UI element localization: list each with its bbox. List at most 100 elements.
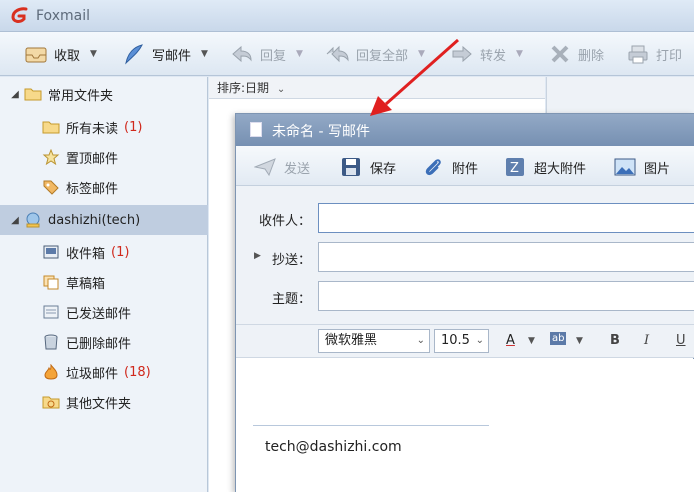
font-family-select[interactable]: 微软雅黑 ⌄ [318, 329, 430, 353]
bold-button[interactable]: B [610, 333, 620, 348]
chevron-down-icon[interactable]: ▼ [418, 49, 425, 59]
large-attach-label: 超大附件 [534, 161, 587, 177]
sidebar-item-other-folders[interactable]: 其他文件夹 [0, 387, 208, 417]
chevron-down-icon: ⌄ [475, 335, 484, 346]
sidebar-item-label: 其他文件夹 [66, 396, 132, 412]
message-body-editor[interactable]: tech@dashizhi.com [236, 359, 694, 492]
print-button[interactable]: 打印 [626, 40, 682, 68]
collapse-triangle-icon[interactable]: ◢ [6, 215, 24, 226]
compose-toolbar: 发送 保存 附件 Z 超大附件 图片 [236, 146, 694, 186]
reply-arrow-icon [230, 43, 254, 65]
sidebar-item-junk[interactable]: 垃圾邮件 (18) [0, 357, 208, 387]
feather-pen-icon [122, 43, 146, 65]
receive-button[interactable]: 收取 ▼ [24, 40, 97, 68]
delete-x-icon [548, 43, 572, 65]
expand-triangle-icon[interactable]: ▶ [254, 251, 261, 261]
receive-label: 收取 [54, 48, 81, 64]
underline-button[interactable]: U [676, 333, 686, 348]
sidebar-item-tagged[interactable]: 标签邮件 [0, 172, 208, 202]
foxmail-logo-icon [10, 7, 30, 25]
large-attach-button[interactable]: Z 超大附件 [504, 155, 586, 179]
insert-image-button[interactable]: 图片 [614, 155, 670, 179]
font-family-value: 微软雅黑 [325, 333, 378, 348]
send-button[interactable]: 发送 [253, 155, 311, 179]
reply-all-button[interactable]: 回复全部 ▼ [326, 40, 425, 68]
compose-button[interactable]: 写邮件 ▼ [122, 40, 208, 68]
to-input[interactable] [318, 203, 694, 233]
sidebar-account-dashizhi[interactable]: ◢ dashizhi(tech) [0, 205, 208, 235]
send-label: 发送 [284, 161, 311, 177]
chevron-down-icon[interactable]: ▼ [576, 336, 583, 346]
font-color-button[interactable]: A [506, 333, 515, 348]
signature-divider [253, 425, 489, 426]
zip-file-icon: Z [504, 157, 526, 177]
delete-button[interactable]: 删除 [548, 40, 604, 68]
sidebar-item-label: 所有未读 [66, 121, 119, 137]
sidebar-item-sent[interactable]: 已发送邮件 [0, 297, 208, 327]
image-label: 图片 [644, 161, 671, 177]
chevron-down-icon[interactable]: ▼ [296, 49, 303, 59]
subject-label: 主题： [271, 292, 311, 307]
compose-fields: 收件人： ▶ 抄送： 主题： [236, 186, 694, 324]
highlight-label: ab [552, 333, 565, 344]
sidebar-account-label: dashizhi(tech) [48, 212, 141, 228]
reply-button[interactable]: 回复 ▼ [230, 40, 303, 68]
paperclip-icon [422, 157, 444, 177]
star-icon [42, 148, 60, 166]
save-button[interactable]: 保存 [340, 155, 396, 179]
flame-icon [42, 363, 60, 380]
folder-icon [42, 119, 60, 135]
sidebar-item-deleted[interactable]: 已删除邮件 [0, 327, 208, 357]
subject-input[interactable] [318, 281, 694, 311]
collapse-triangle-icon[interactable]: ◢ [6, 89, 24, 100]
attach-label: 附件 [452, 161, 479, 177]
chevron-down-icon[interactable]: ▼ [516, 49, 523, 59]
attach-button[interactable]: 附件 [422, 155, 478, 179]
app-title: Foxmail [36, 8, 90, 24]
sidebar-group-label: 常用文件夹 [48, 88, 114, 104]
paper-plane-icon [253, 157, 276, 177]
reply-all-label: 回复全部 [356, 48, 409, 64]
chevron-down-icon[interactable]: ▼ [201, 49, 208, 59]
unread-count: (1) [124, 119, 143, 135]
reply-label: 回复 [260, 48, 287, 64]
sidebar-item-label: 已删除邮件 [66, 336, 132, 352]
bold-label: B [610, 333, 620, 348]
sidebar-item-label: 垃圾邮件 [66, 366, 119, 382]
save-label: 保存 [370, 161, 397, 177]
subject-row: 主题： [236, 281, 694, 311]
floppy-disk-icon [340, 157, 362, 177]
chevron-down-icon: ⌄ [276, 84, 286, 95]
account-globe-icon [24, 212, 42, 228]
sidebar-group-common[interactable]: ◢ 常用文件夹 [0, 79, 208, 109]
print-label: 打印 [656, 48, 683, 64]
forward-button[interactable]: 转发 ▼ [450, 40, 523, 68]
font-size-select[interactable]: 10.5 ⌄ [434, 329, 489, 353]
compose-title: 未命名 - 写邮件 [272, 124, 370, 140]
drafts-icon [42, 274, 60, 290]
cc-label: 抄送： [271, 253, 311, 268]
trash-can-icon [42, 334, 60, 350]
sidebar-item-label: 收件箱 [66, 246, 106, 262]
reply-all-arrow-icon [326, 43, 350, 65]
to-row: 收件人： [236, 203, 694, 233]
sidebar-item-drafts[interactable]: 草稿箱 [0, 267, 208, 297]
sidebar-item-label: 已发送邮件 [66, 306, 132, 322]
cc-input[interactable] [318, 242, 694, 272]
forward-arrow-icon [450, 43, 474, 65]
delete-label: 删除 [578, 48, 605, 64]
printer-icon [626, 43, 650, 65]
folder-icon [24, 86, 42, 102]
italic-label: I [644, 333, 650, 348]
underline-label: U [676, 333, 686, 348]
sort-header[interactable]: 排序:日期 ⌄ [209, 77, 545, 99]
chevron-down-icon[interactable]: ▼ [528, 336, 535, 346]
compose-window: 未命名 - 写邮件 发送 保存 附件 Z 超大附件 图片 收件人： ▶ 抄送： … [235, 113, 694, 492]
sidebar-item-inbox[interactable]: 收件箱 (1) [0, 237, 208, 267]
italic-button[interactable]: I [644, 333, 649, 348]
sidebar-item-all-unread[interactable]: 所有未读 (1) [0, 112, 208, 142]
chevron-down-icon[interactable]: ▼ [90, 49, 97, 59]
highlight-button[interactable]: ab [550, 332, 567, 345]
main-toolbar: 收取 ▼ 写邮件 ▼ 回复 ▼ 回复全部 ▼ 转发 ▼ 删除 打印 [0, 32, 694, 76]
sidebar-item-pinned[interactable]: 置顶邮件 [0, 142, 208, 172]
